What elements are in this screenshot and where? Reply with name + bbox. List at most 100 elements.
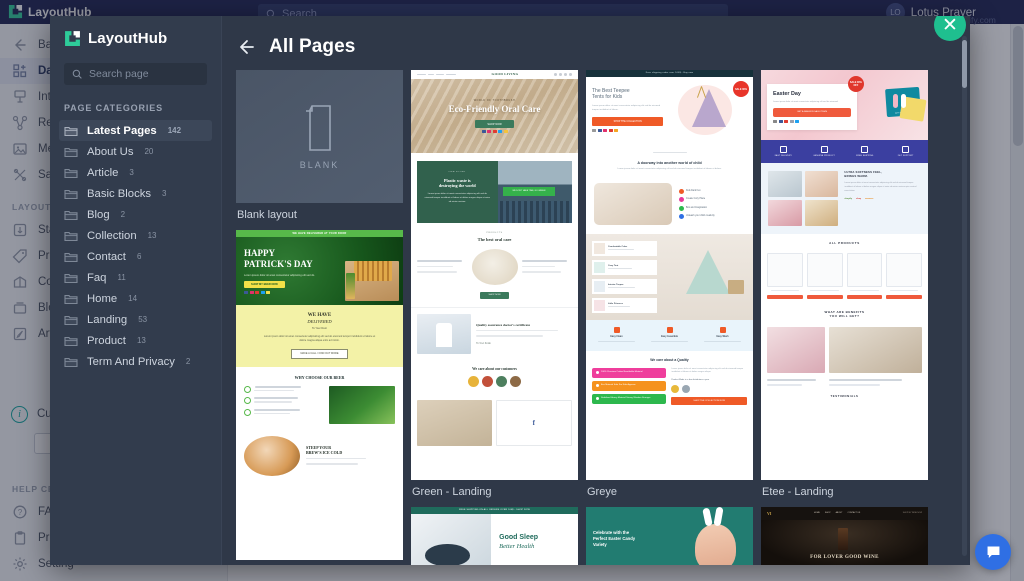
mini-hero-title: Eco-Friendly Oral Care (448, 103, 541, 114)
grid-column-1: BLANK Blank layout WE HAVE DELIVERED AT … (236, 70, 403, 565)
mini-sec-title: A doorway into another world of child (637, 160, 702, 165)
category-item-blog[interactable]: Blog 2 (59, 204, 212, 225)
mini-band-cta: MAKE A CALL / FIND OUT MORE (291, 348, 348, 359)
folder-icon (64, 167, 78, 179)
folder-icon (64, 146, 78, 158)
category-item-landing[interactable]: Landing 53 (59, 309, 212, 330)
category-item-product[interactable]: Product 13 (59, 330, 212, 351)
template-thumbnail[interactable]: Celebrate with the Perfect Easter Candy … (586, 507, 753, 565)
templates-grid: BLANK Blank layout WE HAVE DELIVERED AT … (222, 70, 970, 565)
template-thumbnail[interactable]: WE HAVE DELIVERED AT YOUR DOOR HAPPY PAT… (236, 230, 403, 560)
mini-benefits-h2: YOU WILL GET? (829, 313, 860, 318)
mini-quality-cta: SHOP THE COLLECTION NOW (671, 396, 747, 406)
modal-logo-text: LayoutHub (88, 30, 168, 47)
page-title: All Pages (269, 36, 356, 57)
blank-page-icon (305, 104, 331, 151)
folder-icon (64, 230, 78, 242)
search-icon (72, 69, 82, 79)
mini-marketplace: ebay (856, 198, 862, 201)
mini-bottom: STEEP YOUR BREW'S ICE COLD (236, 429, 403, 482)
mini-hero-cta: SHOP THE COLLECTION (592, 117, 664, 127)
mini-band: WE HAVE DELIVERED To Your Door Lorem ips… (236, 305, 403, 367)
category-label: Collection (87, 229, 137, 242)
folder-icon (64, 272, 78, 284)
modal-sidebar: LayoutHub Search page PAGE CATEGORIES La… (50, 16, 222, 565)
folder-icon (64, 293, 78, 305)
category-item-faq[interactable]: Faq 11 (59, 267, 212, 288)
mini-band-em: DELIVERED (307, 319, 332, 325)
mini-story-h2: destroying the world (438, 183, 476, 188)
chat-support-button[interactable] (975, 534, 1011, 570)
template-name: Etee - Landing (762, 486, 834, 498)
mini-topbar: FREE SHIPPING ON ALL ORDERS OVER 100$ - … (411, 507, 578, 514)
template-thumbnail[interactable]: FREE SHIPPING ON ALL ORDERS OVER 100$ - … (411, 507, 578, 565)
mini-list-item: Interior Teepee (608, 283, 624, 286)
folder-icon (64, 356, 78, 368)
template-card-good-sleep[interactable]: FREE SHIPPING ON ALL ORDERS OVER 100$ - … (411, 507, 578, 565)
blank-thumb-label: BLANK (299, 159, 340, 170)
mini-nav-item: HOME (813, 512, 820, 515)
category-item-latest-pages[interactable]: Latest Pages 142 (59, 120, 212, 141)
mini-products: ALL PRODUCTS (761, 234, 928, 304)
mini-sec-eyebrow: PRODUCTS (486, 232, 503, 234)
template-card-etee[interactable]: Easter Day Lorem ipsum dolor sit amet co… (761, 70, 928, 498)
category-item-about-us[interactable]: About Us 20 (59, 141, 212, 162)
grid-column-2: GOOD LIVING WORLD OF TOOTHBRUSH Eco-Frie… (411, 70, 578, 565)
category-item-term-and-privacy[interactable]: Term And Privacy 2 (59, 351, 212, 372)
template-thumbnail[interactable]: BLANK (236, 70, 403, 203)
all-pages-modal: LayoutHub Search page PAGE CATEGORIES La… (50, 16, 970, 565)
mini-sale-badge: SALE 30% (733, 81, 749, 97)
mini-social-row (244, 290, 340, 294)
category-item-basic-blocks[interactable]: Basic Blocks 3 (59, 183, 212, 204)
category-label: About Us (87, 145, 134, 158)
mini-feature: FREE SHIPPING (856, 155, 874, 157)
category-label: Blog (87, 208, 110, 221)
back-arrow-icon[interactable] (236, 37, 256, 57)
category-item-home[interactable]: Home 14 (59, 288, 212, 309)
template-card-patrick[interactable]: WE HAVE DELIVERED AT YOUR DOOR HAPPY PAT… (236, 230, 403, 560)
mini-care-title: We care about our customers (472, 367, 517, 371)
template-thumbnail[interactable]: Free shipping order over 100$ - Buy now … (586, 70, 753, 480)
modal-scrollbar-track[interactable] (962, 36, 967, 556)
screen-root: LayoutHub Search LO Lotus Prayer shopify… (0, 0, 1024, 581)
template-card-blank[interactable]: BLANK Blank layout (236, 70, 403, 221)
mini-pill: Stabilized Heavy Material Strong Wooden … (601, 397, 651, 400)
mini-nav-item: SHOP (824, 512, 831, 515)
mini-hero-body: Lorem ipsum dolor sit amet consectetur a… (773, 100, 839, 103)
template-card-wine[interactable]: VI HOME SHOP ABOUT CONTACT US SHOP MY WI… (761, 507, 928, 565)
mini-nav-brand: GOOD LIVING (491, 72, 519, 77)
template-card-green-landing[interactable]: GOOD LIVING WORLD OF TOOTHBRUSH Eco-Frie… (411, 70, 578, 498)
modal-scrollbar-thumb[interactable] (962, 40, 967, 88)
category-label: Contact (87, 250, 126, 263)
mini-bottom-h2: BREW'S ICE COLD (306, 449, 343, 455)
mini-hero-eyebrow: WORLD OF TOOTHBRUSH (473, 98, 516, 102)
layouthub-logo-icon (64, 30, 81, 47)
category-count: 13 (136, 336, 146, 345)
mini-sec-body: Lorem ipsum dolor sit amet consectetur a… (617, 168, 722, 171)
category-item-article[interactable]: Article 3 (59, 162, 212, 183)
page-search-input[interactable]: Search page (64, 63, 207, 85)
template-thumbnail[interactable]: GOOD LIVING WORLD OF TOOTHBRUSH Eco-Frie… (411, 70, 578, 480)
category-count: 2 (120, 210, 126, 219)
mini-sec: A doorway into another world of child Lo… (586, 143, 753, 178)
template-card-greye[interactable]: Free shipping order over 100$ - Buy now … (586, 70, 753, 498)
mini-benefit: ULTRA SOFTNESS FEEL, BRINGS WARM. Lorem … (761, 163, 928, 235)
template-thumbnail[interactable]: VI HOME SHOP ABOUT CONTACT US SHOP MY WI… (761, 507, 928, 565)
category-item-contact[interactable]: Contact 6 (59, 246, 212, 267)
category-label: Term And Privacy (87, 355, 175, 368)
mini-products-title: ALL PRODUCTS (829, 241, 860, 246)
chat-icon (987, 546, 999, 558)
template-thumbnail[interactable]: Easter Day Lorem ipsum dolor sit amet co… (761, 70, 928, 480)
category-count: 6 (136, 252, 142, 261)
category-count: 11 (117, 273, 126, 282)
category-label: Faq (87, 271, 107, 284)
category-label: Basic Blocks (87, 187, 152, 200)
template-card-easter-candy[interactable]: Celebrate with the Perfect Easter Candy … (586, 507, 753, 565)
mini-quality-sub: Product Made in a few distributors a yea… (671, 378, 710, 381)
mini-social-row (481, 130, 508, 134)
mini-icon-label: Easy Assemble (661, 335, 678, 338)
category-item-collection[interactable]: Collection 13 (59, 225, 212, 246)
mini-icons3: Easy Clean Easy Assemble Easy Wash (586, 319, 753, 351)
mini-marketplace: shopify (844, 198, 853, 201)
mini-feature: FAST DELIVERY (774, 155, 792, 157)
